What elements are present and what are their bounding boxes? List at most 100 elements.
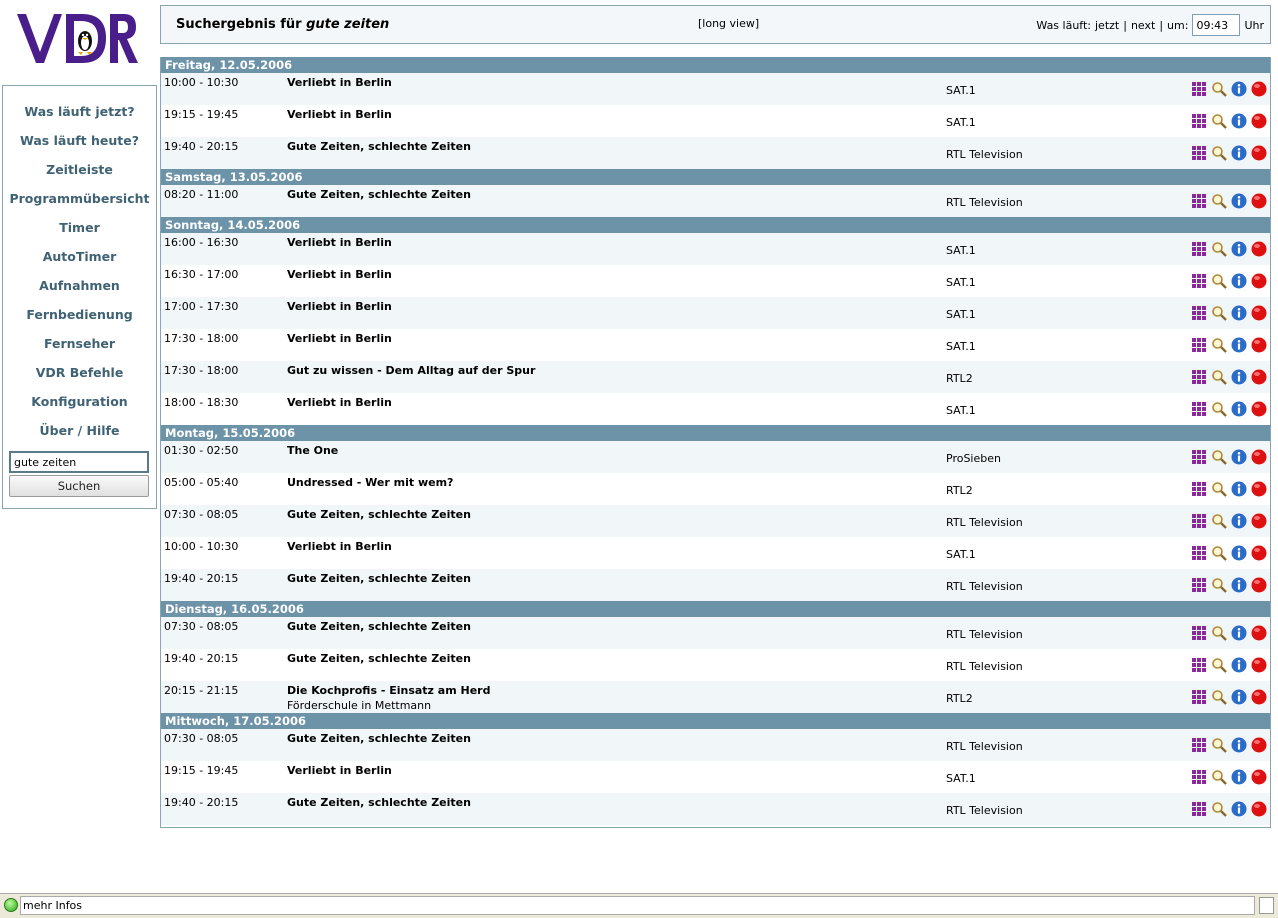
search-magnifier-icon[interactable] <box>1211 449 1227 465</box>
search-magnifier-icon[interactable] <box>1211 625 1227 641</box>
record-icon[interactable] <box>1251 625 1267 641</box>
search-magnifier-icon[interactable] <box>1211 145 1227 161</box>
nav-programmuebersicht[interactable]: Programmübersicht <box>3 189 156 218</box>
epg-grid-icon[interactable] <box>1191 545 1207 561</box>
record-icon[interactable] <box>1251 401 1267 417</box>
info-icon[interactable] <box>1231 145 1247 161</box>
broadcast-title[interactable]: Gute Zeiten, schlechte Zeiten <box>287 508 471 521</box>
record-icon[interactable] <box>1251 113 1267 129</box>
info-icon[interactable] <box>1231 193 1247 209</box>
broadcast-title[interactable]: Verliebt in Berlin <box>287 268 392 281</box>
epg-grid-icon[interactable] <box>1191 625 1207 641</box>
epg-grid-icon[interactable] <box>1191 737 1207 753</box>
epg-grid-icon[interactable] <box>1191 81 1207 97</box>
search-magnifier-icon[interactable] <box>1211 513 1227 529</box>
info-icon[interactable] <box>1231 369 1247 385</box>
search-magnifier-icon[interactable] <box>1211 305 1227 321</box>
epg-grid-icon[interactable] <box>1191 481 1207 497</box>
broadcast-title[interactable]: Die Kochprofis - Einsatz am Herd <box>287 684 490 697</box>
search-magnifier-icon[interactable] <box>1211 481 1227 497</box>
epg-grid-icon[interactable] <box>1191 401 1207 417</box>
info-icon[interactable] <box>1231 81 1247 97</box>
broadcast-title[interactable]: Gute Zeiten, schlechte Zeiten <box>287 140 471 153</box>
broadcast-title[interactable]: Gute Zeiten, schlechte Zeiten <box>287 796 471 809</box>
info-icon[interactable] <box>1231 737 1247 753</box>
info-icon[interactable] <box>1231 113 1247 129</box>
info-icon[interactable] <box>1231 449 1247 465</box>
broadcast-title[interactable]: Verliebt in Berlin <box>287 396 392 409</box>
time-input[interactable] <box>1192 14 1241 36</box>
info-icon[interactable] <box>1231 801 1247 817</box>
broadcast-title[interactable]: Gute Zeiten, schlechte Zeiten <box>287 620 471 633</box>
info-icon[interactable] <box>1231 689 1247 705</box>
jetzt-link[interactable]: jetzt <box>1095 19 1119 32</box>
nav-aufnahmen[interactable]: Aufnahmen <box>3 276 156 305</box>
vdr-logo[interactable] <box>14 8 138 68</box>
info-icon[interactable] <box>1231 657 1247 673</box>
broadcast-title[interactable]: Verliebt in Berlin <box>287 540 392 553</box>
broadcast-title[interactable]: Gut zu wissen - Dem Alltag auf der Spur <box>287 364 535 377</box>
record-icon[interactable] <box>1251 449 1267 465</box>
epg-grid-icon[interactable] <box>1191 369 1207 385</box>
search-magnifier-icon[interactable] <box>1211 657 1227 673</box>
nav-timer[interactable]: Timer <box>3 218 156 247</box>
record-icon[interactable] <box>1251 241 1267 257</box>
record-icon[interactable] <box>1251 513 1267 529</box>
nav-ueber-hilfe[interactable]: Über / Hilfe <box>3 421 156 450</box>
long-view-link[interactable]: [long view] <box>698 17 759 30</box>
search-magnifier-icon[interactable] <box>1211 545 1227 561</box>
epg-grid-icon[interactable] <box>1191 513 1207 529</box>
search-magnifier-icon[interactable] <box>1211 369 1227 385</box>
broadcast-title[interactable]: Verliebt in Berlin <box>287 236 392 249</box>
info-icon[interactable] <box>1231 337 1247 353</box>
record-icon[interactable] <box>1251 545 1267 561</box>
search-button[interactable]: Suchen <box>9 475 149 497</box>
epg-grid-icon[interactable] <box>1191 337 1207 353</box>
info-icon[interactable] <box>1231 241 1247 257</box>
next-link[interactable]: next <box>1131 19 1155 32</box>
record-icon[interactable] <box>1251 801 1267 817</box>
epg-grid-icon[interactable] <box>1191 193 1207 209</box>
nav-was-laeuft-jetzt[interactable]: Was läuft jetzt? <box>3 102 156 131</box>
info-icon[interactable] <box>1231 273 1247 289</box>
broadcast-title[interactable]: Gute Zeiten, schlechte Zeiten <box>287 732 471 745</box>
nav-fernbedienung[interactable]: Fernbedienung <box>3 305 156 334</box>
search-magnifier-icon[interactable] <box>1211 769 1227 785</box>
record-icon[interactable] <box>1251 689 1267 705</box>
search-magnifier-icon[interactable] <box>1211 737 1227 753</box>
record-icon[interactable] <box>1251 481 1267 497</box>
broadcast-title[interactable]: Gute Zeiten, schlechte Zeiten <box>287 188 471 201</box>
broadcast-title[interactable]: Gute Zeiten, schlechte Zeiten <box>287 652 471 665</box>
epg-grid-icon[interactable] <box>1191 689 1207 705</box>
record-icon[interactable] <box>1251 273 1267 289</box>
record-icon[interactable] <box>1251 337 1267 353</box>
info-icon[interactable] <box>1231 481 1247 497</box>
search-magnifier-icon[interactable] <box>1211 193 1227 209</box>
search-magnifier-icon[interactable] <box>1211 801 1227 817</box>
record-icon[interactable] <box>1251 369 1267 385</box>
broadcast-title[interactable]: Verliebt in Berlin <box>287 764 392 777</box>
epg-grid-icon[interactable] <box>1191 145 1207 161</box>
nav-zeitleiste[interactable]: Zeitleiste <box>3 160 156 189</box>
record-icon[interactable] <box>1251 145 1267 161</box>
search-magnifier-icon[interactable] <box>1211 81 1227 97</box>
epg-grid-icon[interactable] <box>1191 657 1207 673</box>
epg-grid-icon[interactable] <box>1191 241 1207 257</box>
broadcast-title[interactable]: Gute Zeiten, schlechte Zeiten <box>287 572 471 585</box>
search-magnifier-icon[interactable] <box>1211 689 1227 705</box>
nav-was-laeuft-heute[interactable]: Was läuft heute? <box>3 131 156 160</box>
nav-fernseher[interactable]: Fernseher <box>3 334 156 363</box>
info-icon[interactable] <box>1231 545 1247 561</box>
search-magnifier-icon[interactable] <box>1211 401 1227 417</box>
info-icon[interactable] <box>1231 577 1247 593</box>
broadcast-title[interactable]: Verliebt in Berlin <box>287 108 392 121</box>
broadcast-title[interactable]: Undressed - Wer mit wem? <box>287 476 453 489</box>
info-icon[interactable] <box>1231 401 1247 417</box>
record-icon[interactable] <box>1251 193 1267 209</box>
epg-grid-icon[interactable] <box>1191 305 1207 321</box>
epg-grid-icon[interactable] <box>1191 801 1207 817</box>
epg-grid-icon[interactable] <box>1191 113 1207 129</box>
nav-konfiguration[interactable]: Konfiguration <box>3 392 156 421</box>
info-icon[interactable] <box>1231 513 1247 529</box>
search-magnifier-icon[interactable] <box>1211 577 1227 593</box>
